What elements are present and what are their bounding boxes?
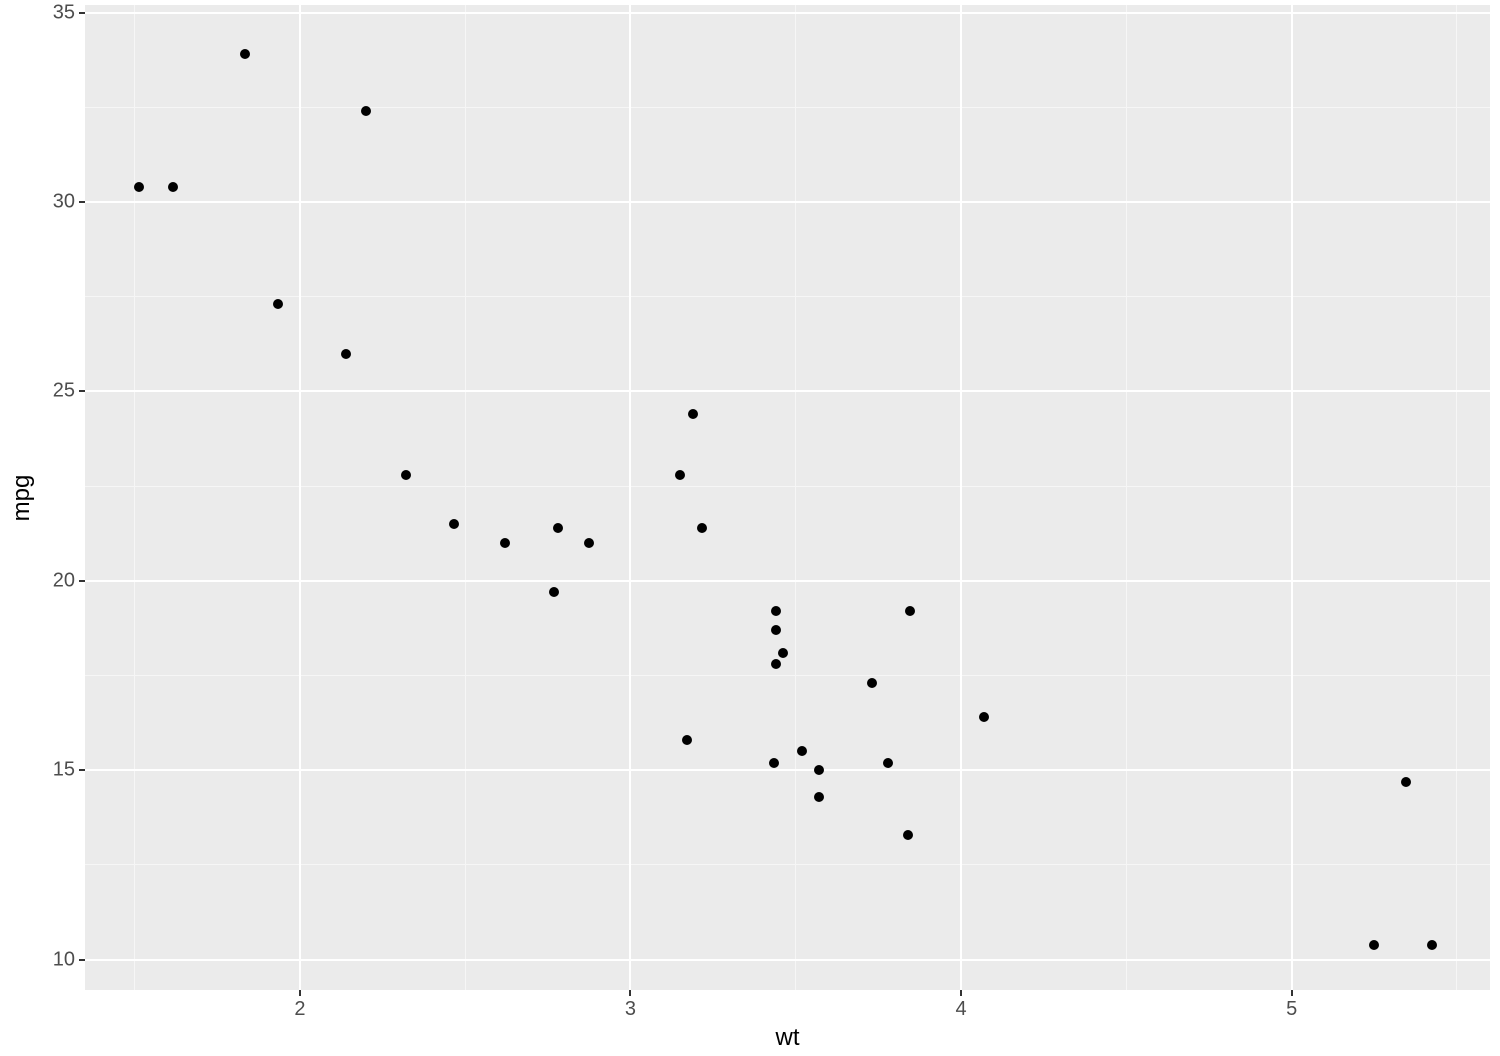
scatter-chart: 10 15 20 25 30 35 2 3 4 5 mpg wt [0,0,1500,1056]
data-point [341,349,351,359]
data-point [867,678,877,688]
data-point [688,409,698,419]
gridline-minor [85,864,1490,865]
gridline-major [85,12,1490,14]
x-tick-label: 5 [1286,998,1297,1021]
data-point [675,470,685,480]
y-tick-mark [79,959,85,961]
data-point [500,538,510,548]
gridline-major [960,5,962,990]
data-point [778,648,788,658]
data-point [682,735,692,745]
gridline-major [85,201,1490,203]
y-tick-mark [79,390,85,392]
gridline-minor [1126,5,1127,990]
data-point [240,49,250,59]
y-tick-label: 30 [53,191,75,214]
x-tick-label: 3 [625,998,636,1021]
y-tick-label: 10 [53,948,75,971]
data-point [584,538,594,548]
x-axis-title: wt [776,1024,800,1052]
data-point [1401,777,1411,787]
y-tick-label: 20 [53,569,75,592]
y-tick-mark [79,769,85,771]
gridline-major [299,5,301,990]
data-point [905,606,915,616]
gridline-major [629,5,631,990]
gridline-minor [85,675,1490,676]
y-tick-label: 35 [53,1,75,24]
data-point [1369,940,1379,950]
gridline-minor [85,107,1490,108]
y-tick-label: 25 [53,380,75,403]
y-axis-title: mpg [8,474,36,521]
data-point [814,792,824,802]
x-tick-mark [960,990,962,996]
gridline-minor [134,5,135,990]
data-point [1427,940,1437,950]
gridline-minor [465,5,466,990]
data-point [771,659,781,669]
data-point [134,182,144,192]
gridline-minor [1456,5,1457,990]
gridline-minor [85,486,1490,487]
data-point [549,587,559,597]
data-point [361,106,371,116]
y-tick-mark [79,12,85,14]
data-point [903,830,913,840]
data-point [168,182,178,192]
gridline-major [85,580,1490,582]
data-point [401,470,411,480]
x-tick-mark [1291,990,1293,996]
gridline-minor [795,5,796,990]
gridline-minor [85,296,1490,297]
data-point [697,523,707,533]
y-tick-mark [79,201,85,203]
gridline-major [1291,5,1293,990]
x-tick-label: 2 [294,998,305,1021]
data-point [553,523,563,533]
data-point [273,299,283,309]
gridline-major [85,959,1490,961]
x-tick-mark [299,990,301,996]
x-tick-label: 4 [955,998,966,1021]
plot-panel [85,5,1490,990]
data-point [797,746,807,756]
y-tick-mark [79,580,85,582]
data-point [814,765,824,775]
y-tick-label: 15 [53,759,75,782]
gridline-major [85,390,1490,392]
gridline-major [85,769,1490,771]
data-point [979,712,989,722]
data-point [771,606,781,616]
data-point [883,758,893,768]
data-point [771,625,781,635]
x-tick-mark [629,990,631,996]
data-point [769,758,779,768]
data-point [449,519,459,529]
